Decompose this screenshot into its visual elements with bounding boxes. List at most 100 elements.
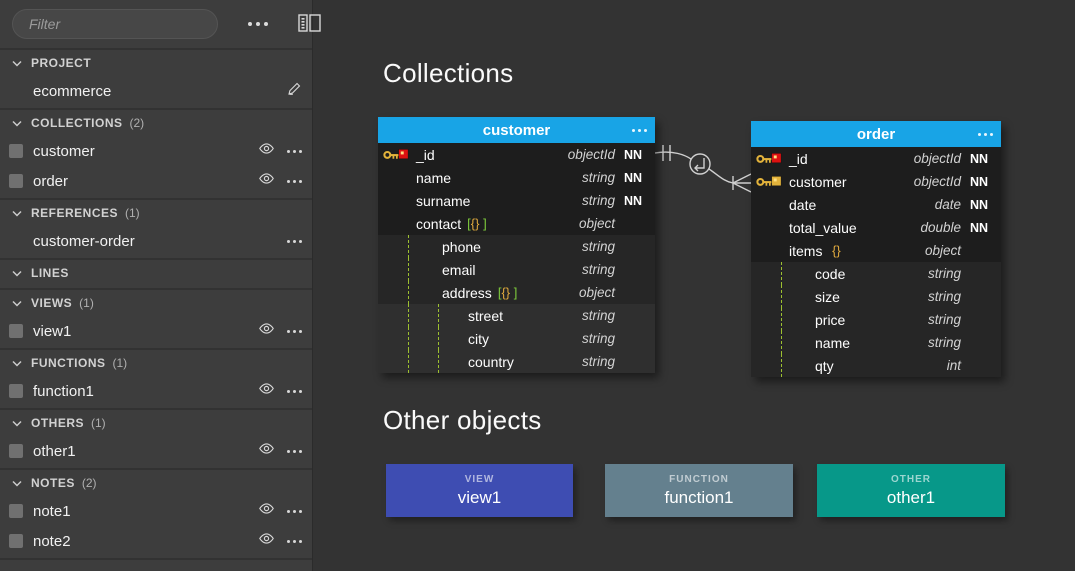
chevron-down-icon [12, 270, 22, 277]
field-row-order-_id[interactable]: _id objectId NN [751, 147, 1001, 170]
item-actions [258, 316, 302, 346]
section-header-project[interactable]: PROJECT [0, 50, 312, 76]
item-actions [287, 226, 302, 256]
section-header-others[interactable]: OTHERS (1) [0, 410, 312, 436]
sidebar-item-note1[interactable]: note1 [0, 496, 312, 526]
sidebar-item-function1[interactable]: function1 [0, 376, 312, 406]
field-row-customer-address[interactable]: address [{} ] object [378, 281, 655, 304]
item-checkbox[interactable] [9, 144, 23, 158]
panel-toggle-button[interactable] [294, 10, 325, 39]
field-row-order-date[interactable]: date date NN [751, 193, 1001, 216]
collection-table-order[interactable]: order _id objectId NN customer objectId NN date… [751, 121, 1001, 377]
item-label: note2 [33, 532, 71, 550]
field-row-order-qty[interactable]: qty int [751, 354, 1001, 377]
item-checkbox[interactable] [9, 444, 23, 458]
nesting-guide-line [781, 262, 782, 285]
object-card-view1[interactable]: VIEW view1 [386, 464, 573, 517]
field-row-customer-email[interactable]: email string [378, 258, 655, 281]
sidebar-item-ecommerce[interactable]: ecommerce [0, 76, 312, 106]
object-card-function1[interactable]: FUNCTION function1 [605, 464, 793, 517]
sidebar-item-note2[interactable]: note2 [0, 526, 312, 556]
field-row-customer-surname[interactable]: surname string NN [378, 189, 655, 212]
filter-input[interactable] [12, 9, 218, 39]
field-row-customer-country[interactable]: country string [378, 350, 655, 373]
item-menu-button[interactable] [287, 329, 302, 333]
section-header-functions[interactable]: FUNCTIONS (1) [0, 350, 312, 376]
field-row-customer-phone[interactable]: phone string [378, 235, 655, 258]
item-label: customer [33, 142, 95, 160]
object-card-kind: FUNCTION [669, 473, 729, 485]
table-menu-button[interactable] [629, 117, 647, 143]
item-menu-button[interactable] [287, 149, 302, 153]
item-checkbox[interactable] [9, 534, 23, 548]
nesting-guide-line [438, 327, 439, 350]
diagram-canvas[interactable]: Collections Other objects customer _id obj… [313, 0, 1075, 571]
eye-icon[interactable] [258, 382, 275, 400]
item-label: customer-order [33, 232, 135, 250]
primary-key-icon [383, 147, 409, 167]
field-type: string [581, 331, 615, 346]
section-header-lines[interactable]: LINES [0, 260, 312, 286]
item-menu-button[interactable] [287, 539, 302, 543]
section-header-notes[interactable]: NOTES (2) [0, 470, 312, 496]
field-row-customer-city[interactable]: city string [378, 327, 655, 350]
field-row-order-customer[interactable]: customer objectId NN [751, 170, 1001, 193]
item-checkbox[interactable] [9, 504, 23, 518]
section-header-views[interactable]: VIEWS (1) [0, 290, 312, 316]
item-label: order [33, 172, 69, 190]
sidebar-item-customer-order[interactable]: customer-order [0, 226, 312, 256]
section-header-collections[interactable]: COLLECTIONS (2) [0, 110, 312, 136]
eye-icon[interactable] [258, 322, 275, 340]
field-notnull-flag: NN [970, 174, 989, 189]
field-row-order-code[interactable]: code string [751, 262, 1001, 285]
item-checkbox[interactable] [9, 174, 23, 188]
field-row-customer-_id[interactable]: _id objectId NN [378, 143, 655, 166]
item-checkbox[interactable] [9, 384, 23, 398]
field-type: string [927, 266, 961, 281]
item-menu-button[interactable] [287, 389, 302, 393]
eye-icon[interactable] [258, 442, 275, 460]
field-row-order-size[interactable]: size string [751, 285, 1001, 308]
sidebar-toolbar [0, 0, 321, 50]
eye-icon[interactable] [258, 502, 275, 520]
field-row-customer-contact[interactable]: contact [{} ] object [378, 212, 655, 235]
field-name: qty [815, 357, 834, 374]
section-header-references[interactable]: REFERENCES (1) [0, 200, 312, 226]
sidebar-item-customer[interactable]: customer [0, 136, 312, 166]
field-name: street [468, 307, 504, 324]
item-menu-button[interactable] [287, 239, 302, 243]
item-menu-button[interactable] [287, 449, 302, 453]
field-row-order-price[interactable]: price string [751, 308, 1001, 331]
item-checkbox[interactable] [9, 324, 23, 338]
nesting-guide-line [408, 327, 409, 350]
edit-pencil-icon[interactable] [287, 81, 302, 101]
field-name: size [815, 288, 840, 305]
field-row-order-name[interactable]: name string [751, 331, 1001, 354]
table-menu-button[interactable] [975, 121, 993, 147]
object-card-other1[interactable]: OTHER other1 [817, 464, 1005, 517]
sidebar-item-other1[interactable]: other1 [0, 436, 312, 466]
sidebar-item-view1[interactable]: view1 [0, 316, 312, 346]
sidebar-item-order[interactable]: order [0, 166, 312, 196]
item-actions [258, 136, 302, 166]
collection-table-customer[interactable]: customer _id objectId NN name string NN surname… [378, 117, 655, 373]
eye-icon[interactable] [258, 172, 275, 190]
sidebar-menu-button[interactable] [218, 18, 272, 30]
table-header[interactable]: customer [378, 117, 655, 143]
section-label: OTHERS [31, 416, 85, 430]
field-row-order-items[interactable]: items {} object [751, 239, 1001, 262]
field-row-order-total_value[interactable]: total_value double NN [751, 216, 1001, 239]
field-name: contact [416, 215, 462, 232]
field-row-customer-street[interactable]: street string [378, 304, 655, 327]
section-label: VIEWS [31, 296, 73, 310]
field-row-customer-name[interactable]: name string NN [378, 166, 655, 189]
item-menu-button[interactable] [287, 509, 302, 513]
panel-layout-icon [298, 13, 321, 35]
field-type: object [578, 285, 615, 300]
field-name: price [815, 311, 846, 328]
table-header[interactable]: order [751, 121, 1001, 147]
item-menu-button[interactable] [287, 179, 302, 183]
eye-icon[interactable] [258, 142, 275, 160]
eye-icon[interactable] [258, 532, 275, 550]
field-type: string [581, 308, 615, 323]
